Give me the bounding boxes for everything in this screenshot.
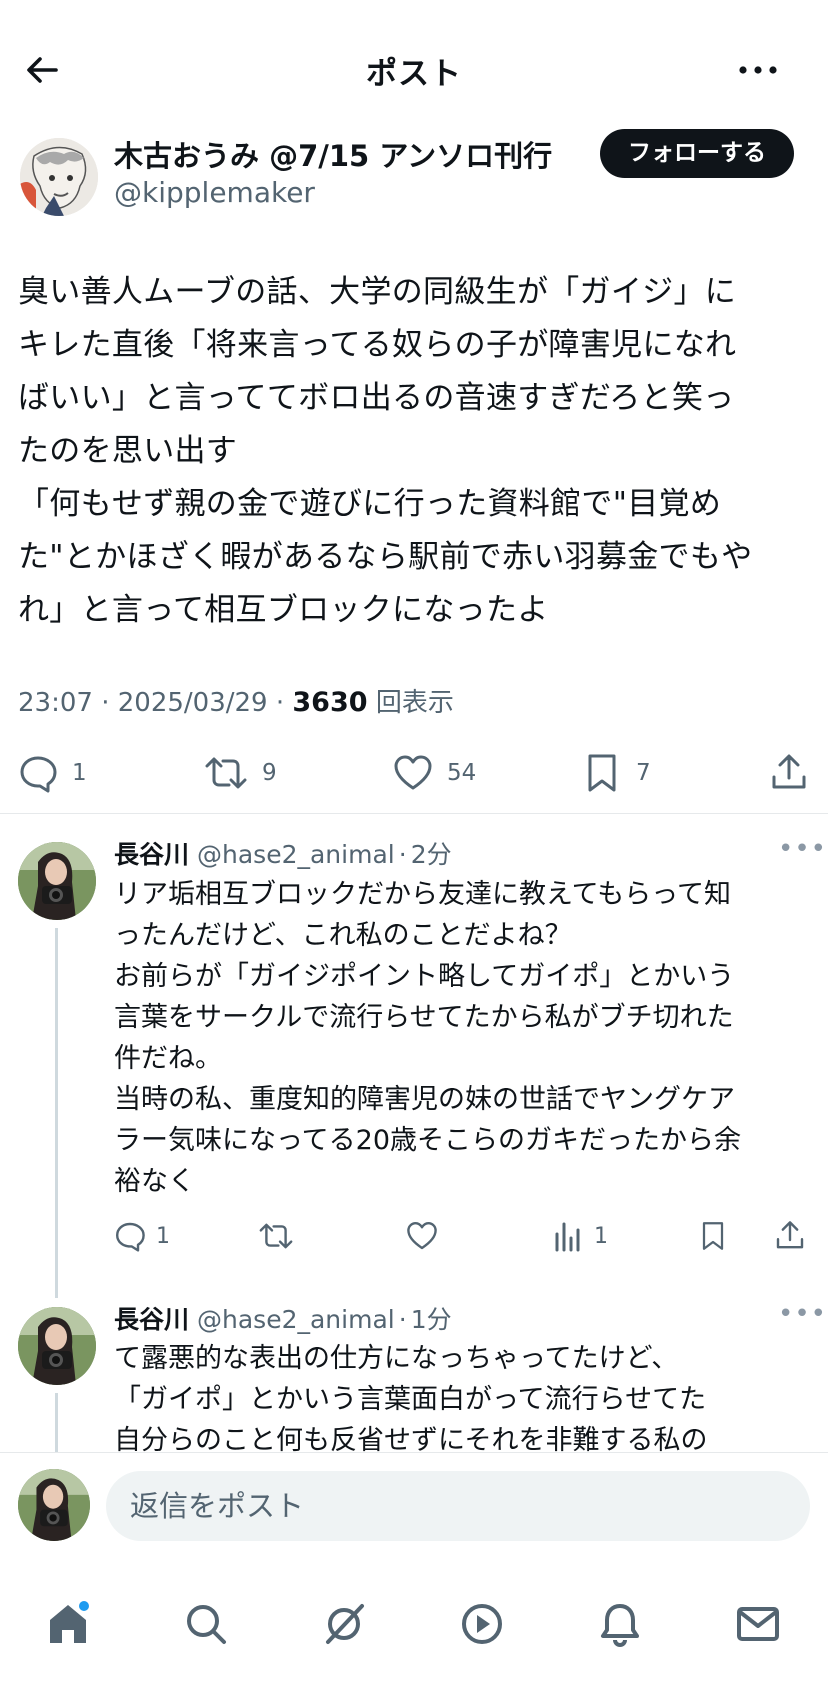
reply-author-name[interactable]: 長谷川 bbox=[114, 840, 189, 869]
post-metadata: 23:07 · 2025/03/29 · 3630 回表示 bbox=[18, 687, 454, 718]
reply-text-line: ったんだけど、これ私のことだよね？ bbox=[114, 920, 572, 951]
author-handle[interactable]: @kipplemaker bbox=[114, 176, 315, 209]
post-text-line: 「何もせず親の金で遊びに行った資料館で"目覚め bbox=[18, 486, 722, 522]
author-name[interactable]: 木古おうみ @7/15 アンソロ刊行 bbox=[114, 133, 552, 175]
tab-home[interactable] bbox=[38, 1594, 98, 1654]
reply-time: 1分 bbox=[410, 1305, 452, 1334]
views-label: 回表示 bbox=[375, 688, 454, 718]
messages-icon bbox=[737, 1607, 779, 1641]
reply-text-line: 「ガイポ」とかいう言葉面白がって流行らせてた bbox=[114, 1384, 707, 1415]
page-title: ポスト bbox=[366, 56, 462, 92]
reply-bookmark-button[interactable] bbox=[698, 1216, 728, 1256]
top-bar: ポスト bbox=[0, 0, 828, 140]
thread-line bbox=[55, 1393, 58, 1453]
reply-button[interactable]: 1 bbox=[18, 751, 87, 795]
reply-view-count: 1 bbox=[594, 1223, 608, 1249]
more-options-button[interactable] bbox=[738, 50, 794, 90]
reply-input[interactable]: 返信をポスト bbox=[106, 1471, 810, 1541]
grok-icon bbox=[326, 1604, 364, 1644]
bookmark-icon bbox=[702, 1222, 724, 1250]
tab-video[interactable] bbox=[452, 1594, 512, 1654]
heart-icon bbox=[407, 1222, 437, 1250]
follow-button[interactable]: フォローする bbox=[600, 129, 794, 178]
more-icon bbox=[739, 66, 777, 74]
reply-text-line: 言葉をサークルで流行らせてたから私がブチ切れた bbox=[114, 1002, 734, 1033]
view-count[interactable]: 3630 bbox=[292, 687, 367, 718]
author-avatar[interactable] bbox=[20, 138, 98, 216]
reply-more-button[interactable]: ••• bbox=[778, 1299, 827, 1329]
tab-search[interactable] bbox=[176, 1594, 236, 1654]
post-text-line: キレた直後「将来言ってる奴らの子が障害児になれ bbox=[18, 327, 737, 363]
home-icon bbox=[50, 1601, 89, 1643]
analytics-icon bbox=[555, 1222, 580, 1252]
video-icon bbox=[462, 1604, 502, 1644]
share-button[interactable] bbox=[769, 751, 809, 795]
reply-text-line: て露悪的な表出の仕方になっちゃってたけど、 bbox=[114, 1343, 679, 1374]
reply-icon bbox=[20, 756, 57, 793]
post-text-line: れ」と言って相互ブロックになったよ bbox=[18, 592, 549, 628]
reply-author-name[interactable]: 長谷川 bbox=[114, 1305, 189, 1334]
post-text-line: た"とかほざく暇があるなら駅前で赤い羽募金でもや bbox=[18, 539, 753, 575]
reply-author-handle[interactable]: @hase2_animal bbox=[197, 1305, 395, 1334]
reply-text-line: 裕なく bbox=[114, 1166, 195, 1197]
reply-repost-button[interactable] bbox=[258, 1216, 294, 1256]
reply-time: 2分 bbox=[410, 840, 452, 869]
reply-text-line: お前らが「ガイジポイント略してガイポ」とかいう bbox=[114, 961, 735, 992]
reply-text: て露悪的な表出の仕方になっちゃってたけど、 「ガイポ」とかいう言葉面白がって流行… bbox=[114, 1338, 707, 1461]
post-time: 23:07 bbox=[18, 688, 93, 718]
bookmark-icon bbox=[588, 754, 616, 792]
reply-avatar[interactable] bbox=[18, 842, 96, 920]
divider bbox=[0, 813, 828, 814]
reply-avatar[interactable] bbox=[18, 1307, 96, 1385]
tab-messages[interactable] bbox=[728, 1594, 788, 1654]
repost-icon bbox=[259, 1223, 293, 1249]
reply-text-line: リア垢相互ブロックだから友達に教えてもらって知 bbox=[114, 879, 731, 910]
post-text-line: 臭い善人ムーブの話、大学の同級生が「ガイジ」に bbox=[18, 274, 737, 310]
repost-button[interactable]: 9 bbox=[204, 751, 277, 795]
bookmark-count: 7 bbox=[636, 760, 651, 786]
reply-reply-count: 1 bbox=[156, 1223, 170, 1249]
my-avatar[interactable] bbox=[18, 1469, 90, 1541]
thread-line bbox=[55, 928, 58, 1298]
reply-header: 長谷川 @hase2_animal · 2分 bbox=[114, 840, 452, 869]
repost-icon bbox=[205, 757, 247, 789]
post-date: 2025/03/29 bbox=[117, 688, 268, 718]
reply-icon bbox=[116, 1222, 145, 1252]
bottom-tab-bar bbox=[0, 1564, 828, 1689]
reply-compose-bar: 返信をポスト bbox=[0, 1452, 828, 1565]
reply-reply-button[interactable]: 1 bbox=[114, 1216, 170, 1256]
share-icon bbox=[772, 754, 806, 789]
repost-count: 9 bbox=[262, 760, 277, 786]
reply-more-button[interactable]: ••• bbox=[778, 834, 827, 864]
reply-text-line: ラー気味になってる20歳そこらのガキだったから余 bbox=[114, 1125, 742, 1156]
reply-text-line: 件だね。 bbox=[114, 1043, 222, 1074]
post-text-line: たのを思い出す bbox=[18, 433, 238, 469]
reply-text: リア垢相互ブロックだから友達に教えてもらって知 ったんだけど、これ私のことだよね… bbox=[114, 874, 741, 1202]
post-text-line: ばいい」と言っててボロ出るの音速すぎだろと笑っ bbox=[18, 380, 735, 416]
bookmark-button[interactable]: 7 bbox=[582, 751, 651, 795]
reply-like-button[interactable] bbox=[406, 1216, 438, 1256]
search-icon bbox=[187, 1605, 226, 1644]
share-icon bbox=[776, 1221, 804, 1249]
reply-header: 長谷川 @hase2_animal · 1分 bbox=[114, 1305, 452, 1334]
tab-grok[interactable] bbox=[314, 1594, 374, 1654]
notifications-icon bbox=[601, 1604, 639, 1647]
post-text: 臭い善人ムーブの話、大学の同級生が「ガイジ」に キレた直後「将来言ってる奴らの子… bbox=[18, 266, 816, 637]
reply-share-button[interactable] bbox=[774, 1216, 806, 1256]
like-count: 54 bbox=[447, 760, 477, 786]
reply-text-line: 当時の私、重度知的障害児の妹の世話でヤングケア bbox=[114, 1084, 735, 1115]
heart-icon bbox=[394, 755, 432, 790]
reply-author-handle[interactable]: @hase2_animal bbox=[197, 840, 395, 869]
like-button[interactable]: 54 bbox=[393, 751, 476, 795]
reply-count: 1 bbox=[72, 760, 87, 786]
reply-views-button[interactable]: 1 bbox=[554, 1216, 608, 1256]
tab-notifications[interactable] bbox=[590, 1594, 650, 1654]
